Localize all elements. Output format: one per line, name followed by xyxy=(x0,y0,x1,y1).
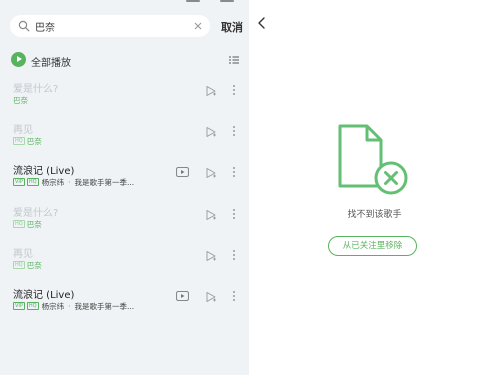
song-row[interactable]: 爱是什么? HQ 巴奈 xyxy=(0,204,249,244)
more-icon[interactable] xyxy=(232,166,236,178)
song-artist: 巴奈 xyxy=(26,260,42,270)
song-artist: 巴奈 xyxy=(13,95,28,105)
song-subtitle-row: 巴奈 xyxy=(13,95,28,105)
next-play-icon[interactable] xyxy=(205,291,217,303)
separator-dot: · xyxy=(68,177,71,187)
song-description: 我是歌手第一季... xyxy=(74,301,135,311)
song-row[interactable]: 再见 HQ 巴奈 xyxy=(0,121,249,161)
back-icon[interactable] xyxy=(257,16,267,30)
list-icon[interactable] xyxy=(228,54,240,66)
next-play-icon[interactable] xyxy=(205,126,217,138)
vip-badge: VIP xyxy=(13,178,25,186)
file-not-found-icon xyxy=(338,124,408,195)
next-play-icon[interactable] xyxy=(205,85,217,97)
more-icon[interactable] xyxy=(232,249,236,261)
app-root: 巴奈 取消 全部播放 爱是什么? 巴奈 再见 HQ 巴奈 流浪记 (Live) … xyxy=(0,0,500,375)
video-icon[interactable] xyxy=(176,167,189,177)
quality-badge: HQ xyxy=(13,220,25,228)
play-all-row[interactable]: 全部播放 xyxy=(10,52,242,69)
cancel-button[interactable]: 取消 xyxy=(221,19,243,35)
song-subtitle-row: VIP HQ 杨宗纬 · 我是歌手第一季... xyxy=(13,177,134,187)
song-row[interactable]: 再见 HQ 巴奈 xyxy=(0,245,249,285)
more-icon[interactable] xyxy=(232,208,236,220)
song-artist: 巴奈 xyxy=(26,219,42,229)
search-query: 巴奈 xyxy=(35,23,55,34)
separator-dot: · xyxy=(68,301,71,311)
search-row: 巴奈 取消 xyxy=(10,15,246,37)
song-subtitle-row: VIP HQ 杨宗纬 · 我是歌手第一季... xyxy=(13,301,134,311)
clear-icon[interactable] xyxy=(192,20,204,32)
song-row[interactable]: 流浪记 (Live) VIP HQ 杨宗纬 · 我是歌手第一季... xyxy=(0,162,249,202)
song-artist: 杨宗纬 xyxy=(41,301,65,311)
quality-badge: HQ xyxy=(13,261,25,269)
song-title: 流浪记 (Live) xyxy=(13,290,75,301)
more-icon[interactable] xyxy=(232,84,236,96)
artist-detail-panel: 找不到该歌手 从已关注里移除 xyxy=(249,0,500,375)
song-row[interactable]: 爱是什么? 巴奈 xyxy=(0,80,249,120)
song-title: 再见 xyxy=(13,125,33,136)
quality-badge: HQ xyxy=(26,302,39,310)
song-title: 再见 xyxy=(13,249,33,260)
song-title: 爱是什么? xyxy=(13,208,59,219)
song-description: 我是歌手第一季... xyxy=(74,177,135,187)
song-title: 爱是什么? xyxy=(13,84,59,95)
song-subtitle-row: HQ 巴奈 xyxy=(13,136,42,146)
song-title: 流浪记 (Live) xyxy=(13,166,75,177)
search-icon xyxy=(18,20,30,32)
next-play-icon[interactable] xyxy=(205,167,217,179)
status-marks xyxy=(180,0,240,3)
more-icon[interactable] xyxy=(232,125,236,137)
vip-badge: VIP xyxy=(13,302,25,310)
song-artist: 杨宗纬 xyxy=(41,177,65,187)
empty-state-text: 找不到该歌手 xyxy=(347,210,402,220)
play-all-label: 全部播放 xyxy=(31,58,71,69)
next-play-icon[interactable] xyxy=(205,209,217,221)
song-artist: 巴奈 xyxy=(26,136,42,146)
quality-badge: HQ xyxy=(13,137,25,145)
song-subtitle-row: HQ 巴奈 xyxy=(13,219,42,229)
remove-from-following-button[interactable]: 从已关注里移除 xyxy=(328,236,417,256)
next-play-icon[interactable] xyxy=(205,250,217,262)
video-icon[interactable] xyxy=(176,291,189,301)
more-icon[interactable] xyxy=(232,290,236,302)
search-results-panel: 巴奈 取消 全部播放 爱是什么? 巴奈 再见 HQ 巴奈 流浪记 (Live) … xyxy=(0,0,249,375)
play-icon[interactable] xyxy=(11,52,26,67)
quality-badge: HQ xyxy=(26,178,39,186)
song-row[interactable]: 流浪记 (Live) VIP HQ 杨宗纬 · 我是歌手第一季... xyxy=(0,286,249,326)
song-subtitle-row: HQ 巴奈 xyxy=(13,260,42,270)
search-input[interactable]: 巴奈 xyxy=(10,15,210,37)
